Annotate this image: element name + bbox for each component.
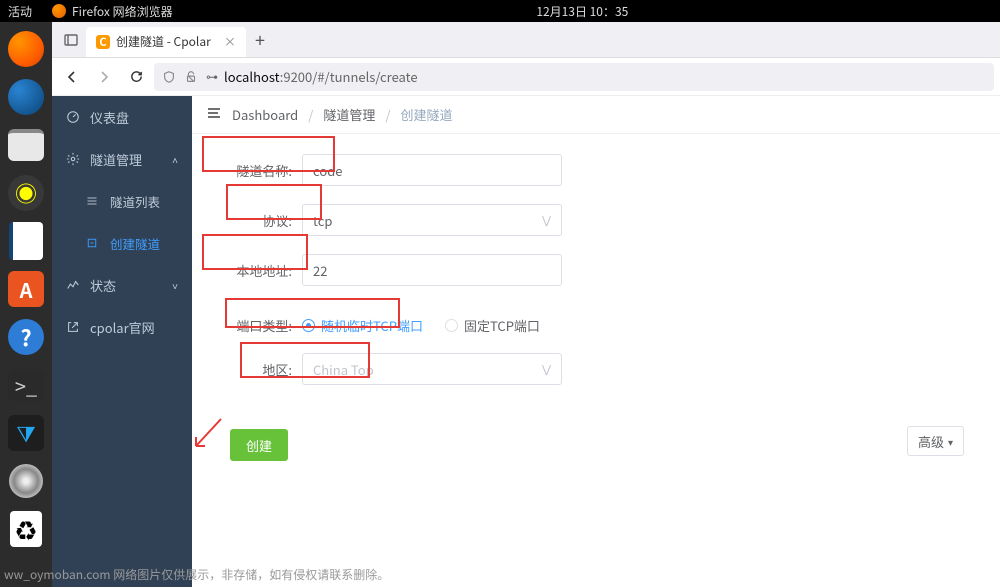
create-button[interactable]: 创建 bbox=[230, 429, 288, 461]
view-history-button[interactable] bbox=[56, 26, 86, 54]
sidebar-item-label: 状态 bbox=[90, 276, 116, 295]
chevron-down-icon: ▾ bbox=[948, 434, 953, 449]
tab-favicon: C bbox=[96, 35, 110, 49]
sidebar-item-tunnel-list[interactable]: 隧道列表 bbox=[52, 180, 192, 222]
back-button[interactable] bbox=[58, 63, 86, 91]
sidebar-item-status[interactable]: 状态 ˅ bbox=[52, 264, 192, 306]
clock[interactable]: 12月13日 10：35 bbox=[536, 3, 628, 20]
hamburger-icon[interactable] bbox=[206, 105, 222, 125]
close-tab-icon[interactable]: × bbox=[224, 33, 236, 50]
dock-writer[interactable] bbox=[5, 220, 47, 262]
tab-title: 创建隧道 - Cpolar bbox=[116, 33, 211, 50]
dock-software[interactable]: A bbox=[5, 268, 47, 310]
advanced-button[interactable]: 高级 ▾ bbox=[907, 426, 964, 456]
list-icon bbox=[86, 195, 100, 207]
tab-bar: C 创建隧道 - Cpolar × + bbox=[52, 22, 1000, 58]
dock-help[interactable]: ? bbox=[5, 316, 47, 358]
dashboard-icon bbox=[66, 110, 80, 124]
radio-dot-icon bbox=[445, 319, 458, 332]
browser-tab[interactable]: C 创建隧道 - Cpolar × bbox=[86, 27, 246, 57]
create-tunnel-form: 隧道名称: code 协议: tcp⋁ 本地地址: 22 端口类型: bbox=[192, 134, 1000, 587]
breadcrumb: Dashboard / 隧道管理 / 创建隧道 bbox=[192, 96, 1000, 134]
radio-fixed-port[interactable]: 固定TCP端口 bbox=[445, 316, 540, 335]
chevron-down-icon: ⋁ bbox=[542, 212, 551, 228]
new-tab-button[interactable]: + bbox=[246, 27, 274, 53]
addr-label: 本地地址: bbox=[222, 261, 302, 280]
dock-disc[interactable] bbox=[5, 460, 47, 502]
url-text: localhost:9200/#/tunnels/create bbox=[224, 67, 418, 86]
dock-files[interactable] bbox=[5, 124, 47, 166]
gear-icon bbox=[66, 152, 80, 166]
firefox-window: C 创建隧道 - Cpolar × + ⊶ localhost:9200/#/t… bbox=[52, 22, 1000, 587]
region-select[interactable]: China Top⋁ bbox=[302, 353, 562, 385]
breadcrumb-item[interactable]: Dashboard bbox=[232, 105, 298, 124]
app-sidebar: 仪表盘 隧道管理 ˄ 隧道列表 创建隧道 bbox=[52, 96, 192, 587]
app-main: Dashboard / 隧道管理 / 创建隧道 隧道名称: code 协议: t… bbox=[192, 96, 1000, 587]
toolbar: ⊶ localhost:9200/#/tunnels/create bbox=[52, 58, 1000, 96]
proto-label: 协议: bbox=[222, 211, 302, 230]
chevron-down-icon: ˅ bbox=[172, 278, 178, 293]
arrow-annotation bbox=[192, 414, 226, 454]
radio-dot-icon bbox=[302, 319, 315, 332]
shield-icon bbox=[162, 70, 176, 84]
sidebar-item-tunnel-mgmt[interactable]: 隧道管理 ˄ bbox=[52, 138, 192, 180]
chevron-up-icon: ˄ bbox=[172, 152, 178, 167]
firefox-icon bbox=[52, 4, 66, 18]
name-label: 隧道名称: bbox=[222, 161, 302, 180]
dock-trash[interactable]: ♻ bbox=[5, 508, 47, 550]
sidebar-item-label: 创建隧道 bbox=[110, 234, 160, 253]
sidebar-item-label: 隧道列表 bbox=[110, 192, 160, 211]
radio-random-port[interactable]: 随机临时TCP端口 bbox=[302, 316, 423, 335]
dock-vscode[interactable]: ⧩ bbox=[5, 412, 47, 454]
dock-terminal[interactable]: >_ bbox=[5, 364, 47, 406]
breadcrumb-sep: / bbox=[308, 105, 313, 124]
page-content: 仪表盘 隧道管理 ˄ 隧道列表 创建隧道 bbox=[52, 96, 1000, 587]
sidebar-item-create-tunnel[interactable]: 创建隧道 bbox=[52, 222, 192, 264]
sidebar-item-official-site[interactable]: cpolar官网 bbox=[52, 306, 192, 348]
breadcrumb-sep: / bbox=[385, 105, 390, 124]
gnome-top-bar: 活动 Firefox 网络浏览器 12月13日 10：35 bbox=[0, 0, 1000, 22]
activities-button[interactable]: 活动 bbox=[8, 3, 32, 20]
sidebar-item-dashboard[interactable]: 仪表盘 bbox=[52, 96, 192, 138]
active-app-indicator[interactable]: Firefox 网络浏览器 bbox=[52, 3, 173, 20]
connection-permission-icon: ⊶ bbox=[206, 70, 216, 84]
external-link-icon bbox=[66, 320, 80, 334]
proto-select[interactable]: tcp⋁ bbox=[302, 204, 562, 236]
breadcrumb-item[interactable]: 隧道管理 bbox=[323, 105, 375, 124]
lock-icon bbox=[184, 70, 198, 84]
region-label: 地区: bbox=[222, 360, 302, 379]
dock-rhythmbox[interactable]: ◉ bbox=[5, 172, 47, 214]
addr-input[interactable]: 22 bbox=[302, 254, 562, 286]
create-icon bbox=[86, 237, 100, 249]
chevron-down-icon: ⋁ bbox=[542, 361, 551, 377]
forward-button[interactable] bbox=[90, 63, 118, 91]
reload-button[interactable] bbox=[122, 63, 150, 91]
port-type-label: 端口类型: bbox=[222, 316, 302, 335]
breadcrumb-current: 创建隧道 bbox=[400, 105, 452, 124]
sidebar-item-label: cpolar官网 bbox=[90, 318, 155, 337]
sidebar-item-label: 仪表盘 bbox=[90, 108, 129, 127]
status-icon bbox=[66, 278, 80, 292]
name-input[interactable]: code bbox=[302, 154, 562, 186]
dock-thunderbird[interactable] bbox=[5, 76, 47, 118]
dock-firefox[interactable] bbox=[5, 28, 47, 70]
footer-watermark: ww_oymoban.com 网络图片仅供展示，非存储，如有侵权请联系删除。 bbox=[4, 566, 389, 583]
dock: ◉ A ? >_ ⧩ ♻ bbox=[0, 22, 52, 587]
url-bar[interactable]: ⊶ localhost:9200/#/tunnels/create bbox=[154, 63, 994, 91]
sidebar-item-label: 隧道管理 bbox=[90, 150, 142, 169]
